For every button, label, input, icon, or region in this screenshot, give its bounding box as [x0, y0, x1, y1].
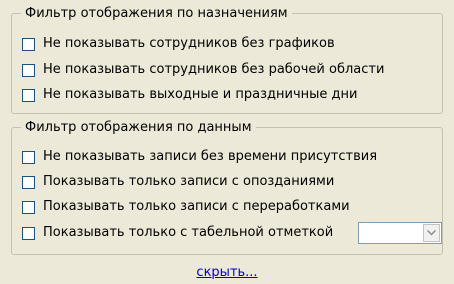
hide-employees-without-schedules-checkbox[interactable] — [22, 37, 35, 51]
filter-panel: Фильтр отображения по назначениям Не пок… — [0, 0, 454, 284]
chevron-down-icon — [427, 230, 436, 236]
hide-employees-without-schedules-option[interactable]: Не показывать сотрудников без графиков — [22, 35, 335, 53]
hide-records-without-presence-option[interactable]: Не показывать записи без времени присутс… — [22, 148, 377, 166]
hide-weekends-holidays-checkbox[interactable] — [22, 88, 35, 102]
hide-employees-without-work-area-checkbox[interactable] — [22, 63, 35, 77]
hide-employees-without-schedules-label: Не показывать сотрудников без графиков — [43, 36, 335, 51]
hide-employees-without-work-area-label: Не показывать сотрудников без рабочей об… — [43, 62, 385, 77]
show-only-late-records-label: Показывать только записи с опозданиями — [43, 174, 335, 189]
timesheet-mark-select-button[interactable] — [423, 224, 440, 242]
assignment-filter-title: Фильтр отображения по назначениям — [21, 5, 292, 22]
show-only-late-records-option[interactable]: Показывать только записи с опозданиями — [22, 173, 334, 191]
show-only-timesheet-mark-label: Показывать только с табельной отметкой — [43, 225, 334, 240]
show-only-overtime-records-label: Показывать только записи с переработками — [43, 199, 350, 214]
show-only-overtime-records-option[interactable]: Показывать только записи с переработками — [22, 198, 350, 216]
show-only-late-records-checkbox[interactable] — [22, 175, 35, 189]
show-only-timesheet-mark-option[interactable]: Показывать только с табельной отметкой — [22, 224, 333, 242]
timesheet-mark-select[interactable] — [358, 222, 442, 244]
show-only-overtime-records-checkbox[interactable] — [22, 200, 35, 214]
hide-weekends-holidays-label: Не показывать выходные и праздничные дни — [43, 87, 358, 102]
hide-records-without-presence-checkbox[interactable] — [22, 150, 35, 164]
hide-link[interactable]: скрыть... — [0, 264, 454, 281]
hide-records-without-presence-label: Не показывать записи без времени присутс… — [43, 149, 378, 164]
hide-employees-without-work-area-option[interactable]: Не показывать сотрудников без рабочей об… — [22, 61, 384, 79]
show-only-timesheet-mark-checkbox[interactable] — [22, 226, 35, 240]
hide-weekends-holidays-option[interactable]: Не показывать выходные и праздничные дни — [22, 86, 357, 104]
data-filter-title: Фильтр отображения по данным — [21, 119, 256, 136]
